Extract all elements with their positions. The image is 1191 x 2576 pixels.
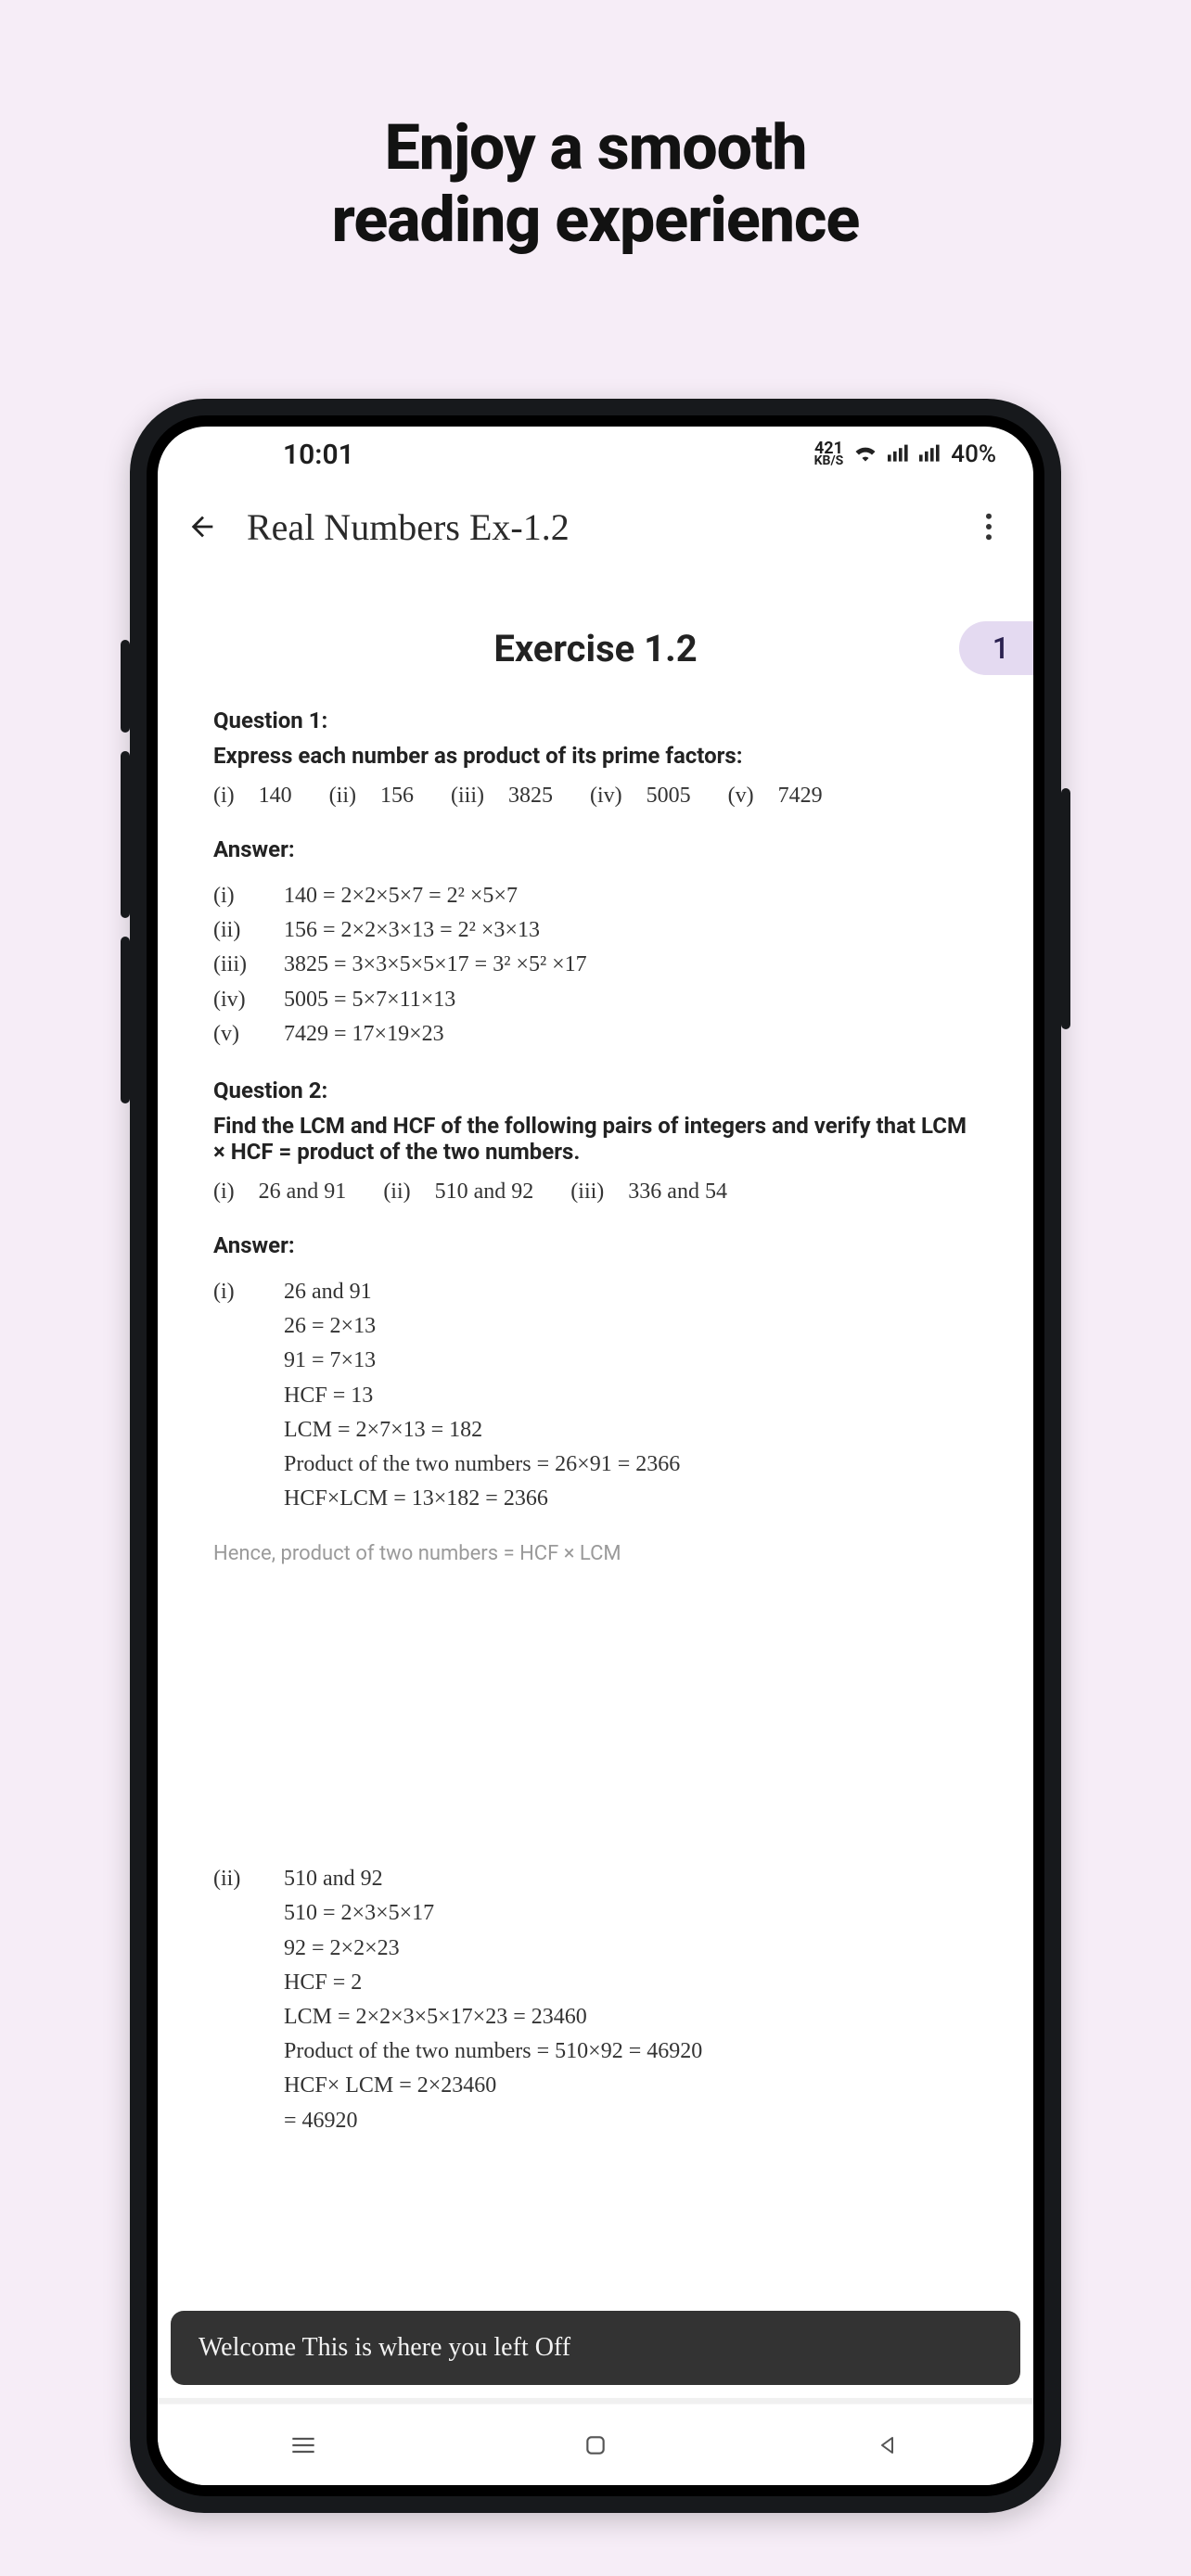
question-1-text: Express each number as product of its pr… [213,743,978,769]
device-volume-up [121,751,130,918]
exercise-title: Exercise 1.2 [213,627,978,670]
hence-note: Hence, product of two numbers = HCF × LC… [213,1542,978,1565]
promo-line2: reading experience [0,184,1191,256]
back-nav-button[interactable] [860,2427,916,2464]
network-speed: 421 KB/S [814,442,844,466]
page-title: Real Numbers Ex-1.2 [247,505,944,549]
system-nav-bar [158,2404,1033,2485]
question-1-label: Question 1: [213,708,978,733]
device-volume-down [121,937,130,1103]
signal-icon-2 [919,440,941,468]
question-1-options: (i)140 (ii)156 (iii)3825 (iv)5005 (v)742… [213,784,978,809]
home-icon [583,2433,608,2457]
question-2-options: (i)26 and 91 (ii)510 and 92 (iii)336 and… [213,1180,978,1205]
home-button[interactable] [568,2427,623,2464]
device-side-button [121,640,130,733]
answer-2ii-lines: (ii)510 and 92 510 = 2×3×5×17 92 = 2×2×2… [213,1862,978,2138]
arrow-left-icon [186,511,218,542]
status-right: 421 KB/S 40% [814,440,996,468]
status-time: 10:01 [283,439,354,471]
recents-icon [290,2435,316,2455]
battery-text: 40% [951,440,996,468]
answer-1-lines: (i)140 = 2×2×5×7 = 2² ×5×7 (ii)156 = 2×2… [213,879,978,1052]
more-menu-button[interactable] [967,504,1011,549]
answer-2-label: Answer: [213,1232,978,1258]
app-bar: Real Numbers Ex-1.2 [158,482,1033,571]
back-button[interactable] [180,504,224,549]
promo-heading: Enjoy a smooth reading experience [0,0,1191,256]
snackbar-toast[interactable]: Welcome This is where you left Off [171,2311,1020,2385]
device-power-button [1061,788,1070,1029]
answer-1-label: Answer: [213,836,978,862]
status-bar: 10:01 421 KB/S 40% [158,427,1033,482]
wifi-icon [852,440,878,468]
answer-2i-lines: (i)26 and 91 26 = 2×13 91 = 7×13 HCF = 1… [213,1275,978,1516]
signal-icon [888,440,910,468]
screen: 10:01 421 KB/S 40% [158,427,1033,2485]
device-frame: 10:01 421 KB/S 40% [130,399,1061,2513]
more-vert-icon [985,513,992,541]
triangle-left-icon [877,2434,899,2456]
question-2-text: Find the LCM and HCF of the following pa… [213,1113,978,1165]
reader-content[interactable]: Exercise 1.2 Question 1: Express each nu… [158,571,1033,2485]
snackbar-text: Welcome This is where you left Off [198,2333,570,2362]
recents-button[interactable] [275,2427,331,2464]
promo-line1: Enjoy a smooth [0,111,1191,184]
question-2-label: Question 2: [213,1078,978,1103]
